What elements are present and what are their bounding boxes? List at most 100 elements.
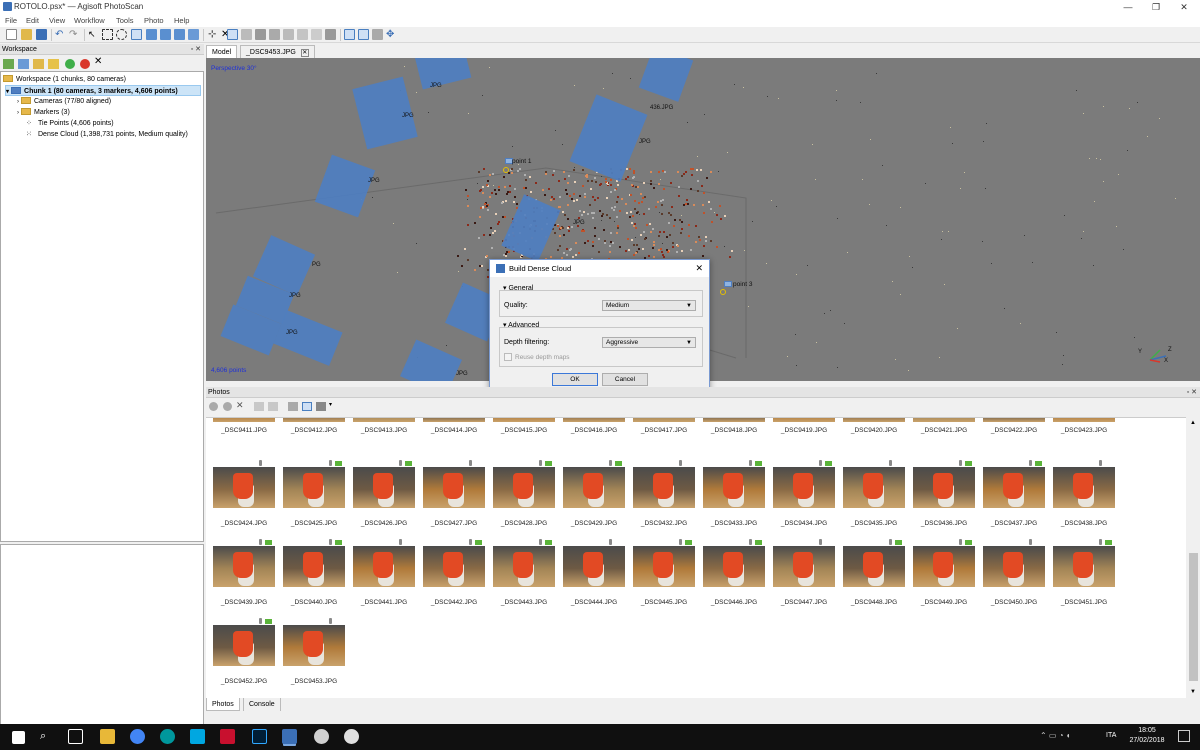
photo-thumbnail[interactable] [843, 546, 905, 587]
photo-thumbnail[interactable] [703, 418, 765, 422]
show-region-icon[interactable] [358, 29, 369, 40]
tab-model[interactable]: Model [206, 45, 238, 58]
photo-thumbnail[interactable] [1053, 546, 1115, 587]
tiled-model-icon[interactable] [311, 29, 322, 40]
marker-point-3[interactable] [720, 289, 726, 295]
photo-thumbnail[interactable] [283, 418, 345, 422]
scale-object-icon[interactable] [174, 29, 185, 40]
photo-thumbnail[interactable] [1053, 418, 1115, 422]
textured-model-icon[interactable] [297, 29, 308, 40]
photo-thumbnail[interactable] [703, 546, 765, 587]
menu-photo[interactable]: Photo [144, 16, 164, 25]
photo-thumbnail[interactable] [1053, 467, 1115, 508]
notifications-icon[interactable] [1178, 730, 1190, 742]
photo-thumbnail[interactable] [213, 546, 275, 587]
photo-thumbnail[interactable] [983, 418, 1045, 422]
app-icon[interactable] [314, 729, 329, 744]
shaded-model-icon[interactable] [255, 29, 266, 40]
workspace-root[interactable]: Workspace (1 chunks, 80 cameras) [3, 74, 126, 85]
reuse-depth-maps-checkbox[interactable] [504, 353, 512, 361]
photo-thumbnail[interactable] [633, 467, 695, 508]
crop-icon[interactable]: ⊹ [208, 29, 219, 40]
show-trackball-icon[interactable] [372, 29, 383, 40]
photo-thumbnail[interactable] [353, 418, 415, 422]
redo-icon[interactable]: ↷ [69, 29, 80, 40]
file-explorer-icon[interactable] [100, 729, 115, 744]
panel-float-close-icon[interactable]: ▫ ✕ [191, 44, 201, 55]
app-c-icon[interactable] [190, 729, 205, 744]
photo-thumbnail[interactable] [493, 546, 555, 587]
enable-cameras-icon[interactable] [209, 402, 218, 411]
tree-item-markers[interactable]: › Markers (3) [17, 107, 70, 118]
chevron-right-icon[interactable]: › [17, 110, 19, 116]
language-indicator[interactable]: ITA [1106, 732, 1116, 739]
pointer-icon[interactable]: ↖ [88, 29, 99, 40]
reset-view-icon[interactable]: ✥ [386, 29, 397, 40]
chrome-icon[interactable] [130, 729, 145, 744]
marker-point-1[interactable] [503, 167, 509, 173]
new-icon[interactable] [6, 29, 17, 40]
navigation-icon[interactable] [131, 29, 142, 40]
add-photos-icon[interactable] [18, 59, 29, 69]
photo-thumbnail[interactable] [283, 546, 345, 587]
scroll-up-icon[interactable]: ▲ [1190, 420, 1196, 426]
photoshop-icon[interactable] [252, 729, 267, 744]
disable-cameras-icon[interactable] [223, 402, 232, 411]
photo-thumbnail[interactable] [283, 625, 345, 666]
point-cloud-icon[interactable] [227, 29, 238, 40]
rotate-right-icon[interactable] [268, 402, 278, 411]
photo-thumbnail[interactable] [913, 418, 975, 422]
quality-select[interactable]: Medium ▼ [602, 300, 696, 311]
tab-photo-dsc9453[interactable]: _DSC9453.JPG ✕ [240, 45, 315, 58]
photo-thumbnail[interactable] [353, 546, 415, 587]
photo-thumbnail[interactable] [283, 467, 345, 508]
depth-filtering-select[interactable]: Aggressive ▼ [602, 337, 696, 348]
tab-photos[interactable]: Photos [206, 698, 240, 711]
resize-region-icon[interactable] [188, 29, 199, 40]
remove-icon[interactable]: ✕ [94, 56, 102, 67]
tree-item-cameras[interactable]: › Cameras (77/80 aligned) [17, 96, 111, 107]
rotate-object-icon[interactable] [160, 29, 171, 40]
photo-thumbnail[interactable] [493, 467, 555, 508]
add-marker-icon[interactable] [48, 59, 59, 69]
photoscan-taskbar-icon[interactable] [282, 729, 297, 744]
enable-icon[interactable] [65, 59, 75, 69]
remove-cameras-icon[interactable]: ✕ [236, 400, 244, 411]
menu-view[interactable]: View [49, 16, 65, 25]
photo-thumbnail[interactable] [353, 467, 415, 508]
rotate-left-icon[interactable] [254, 402, 264, 411]
scroll-thumb[interactable] [1189, 553, 1198, 681]
undo-icon[interactable]: ↶ [55, 29, 66, 40]
photo-thumbnail[interactable] [843, 467, 905, 508]
photo-thumbnail[interactable] [633, 546, 695, 587]
photo-thumbnail[interactable] [633, 418, 695, 422]
clock-date[interactable]: 27/02/2018 [1124, 737, 1170, 744]
photo-thumbnail[interactable] [213, 625, 275, 666]
close-tab-icon[interactable]: ✕ [300, 49, 309, 57]
chevron-down-icon[interactable]: ▾ [329, 401, 332, 408]
rect-select-icon[interactable] [102, 29, 113, 40]
photo-thumbnail[interactable] [983, 546, 1045, 587]
tray-icons[interactable]: ⌃ ▭ ◔ ◖ [1040, 731, 1071, 740]
open-icon[interactable] [21, 29, 32, 40]
photo-thumbnail[interactable] [703, 467, 765, 508]
arduino-icon[interactable] [160, 729, 175, 744]
menu-help[interactable]: Help [174, 16, 189, 25]
disable-icon[interactable] [80, 59, 90, 69]
search-icon[interactable]: ⌕ [40, 729, 55, 744]
windows-start-icon[interactable] [12, 731, 25, 744]
photo-thumbnail[interactable] [423, 467, 485, 508]
dense-cloud-icon[interactable] [241, 29, 252, 40]
chevron-down-icon[interactable]: ▾ [6, 89, 9, 95]
menu-tools[interactable]: Tools [116, 16, 134, 25]
photo-thumbnail[interactable] [213, 467, 275, 508]
add-chunk-icon[interactable] [3, 59, 14, 69]
app-icon[interactable] [344, 729, 359, 744]
solid-model-icon[interactable] [269, 29, 280, 40]
photo-thumbnail[interactable] [563, 546, 625, 587]
photos-scrollbar[interactable]: ▲ ▼ [1187, 417, 1200, 698]
tree-item-tie-points[interactable]: ⁘ Tie Points (4,606 points) [26, 118, 114, 129]
panel-float-close-icon[interactable]: ▫ ✕ [1187, 387, 1197, 398]
ok-button[interactable]: OK [552, 373, 598, 386]
tab-console[interactable]: Console [243, 698, 281, 711]
